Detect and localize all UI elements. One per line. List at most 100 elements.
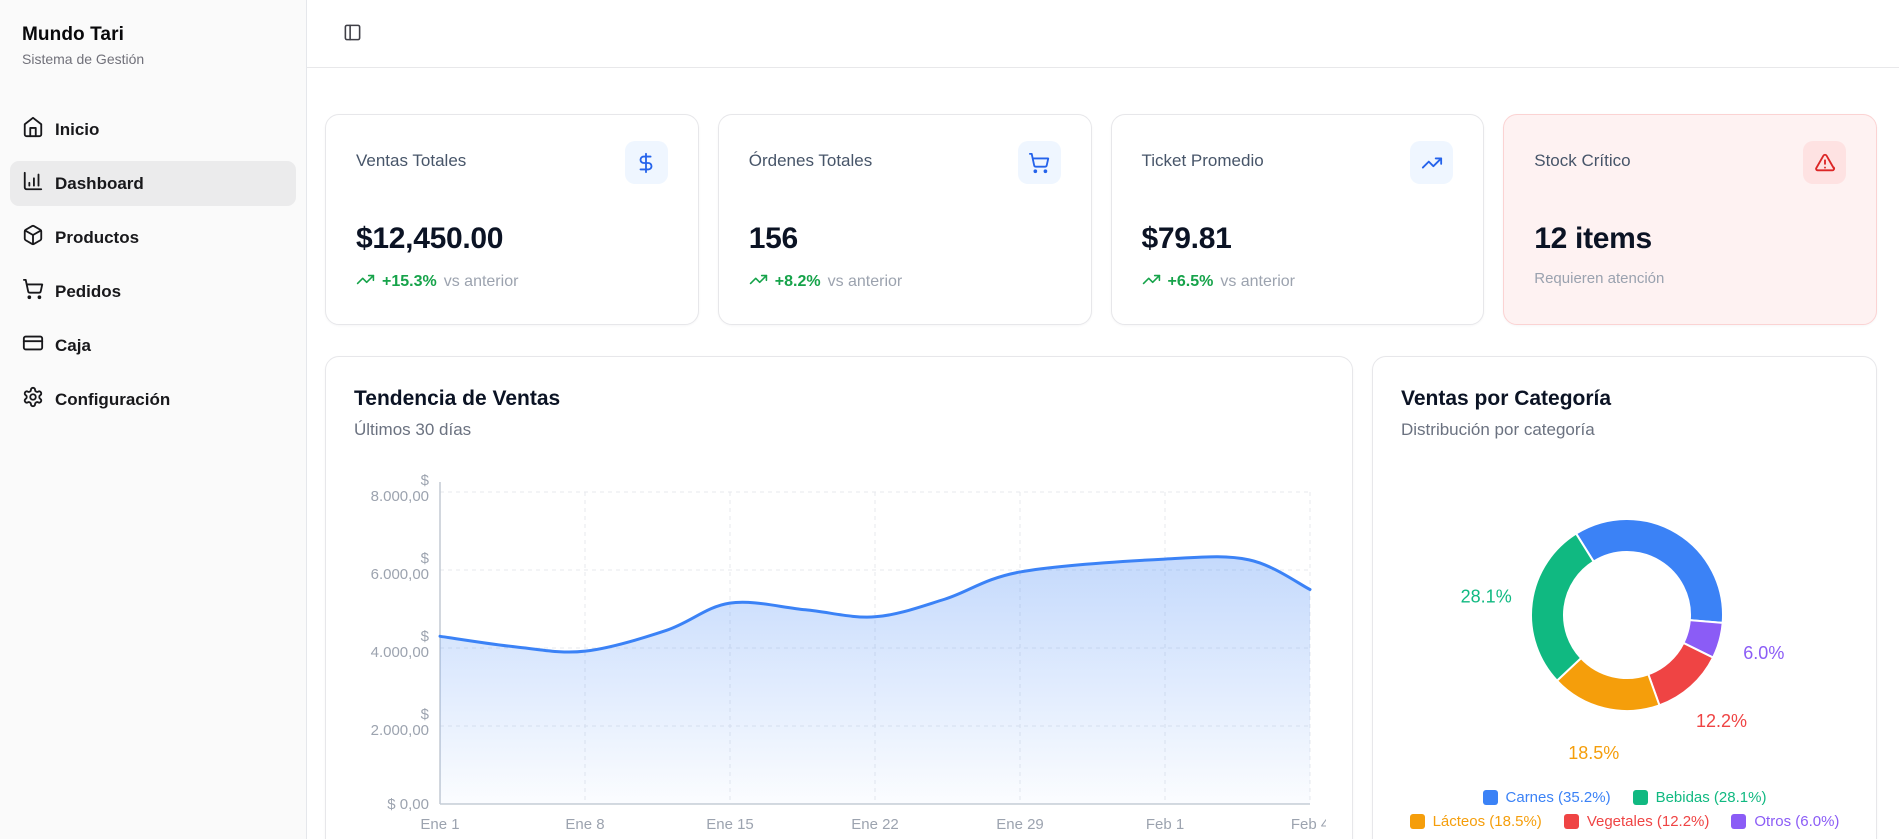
- legend-label: Bebidas (28.1%): [1655, 789, 1767, 806]
- sidebar-nav: Inicio Dashboard Productos Pedidos Caja …: [10, 107, 296, 422]
- svg-text:$4.000,00: $4.000,00: [371, 628, 430, 661]
- trend-value: +8.2%: [774, 273, 821, 290]
- sales-trend-chart: Ene 1 Ene 8 Ene 15 Ene 22 Ene 29 Feb 1 Feb 4 $8…: [354, 462, 1330, 839]
- svg-text:Ene 1: Ene 1: [420, 816, 459, 833]
- chart-subtitle: Últimos 30 días: [354, 420, 472, 439]
- shopping-cart-icon: [1017, 141, 1061, 184]
- category-legend: Carnes (35.2%) Bebidas (28.1%) Lácteos (18…: [1401, 789, 1848, 830]
- svg-text:Ene 29: Ene 29: [996, 816, 1044, 833]
- category-donut-chart: 6.0% 12.2% 18.5% 28.1%: [1401, 462, 1848, 779]
- legend-label: Carnes (35.2%): [1505, 789, 1611, 806]
- sidebar-item-inicio[interactable]: Inicio: [10, 107, 296, 152]
- sidebar-item-label: Dashboard: [55, 173, 144, 193]
- svg-text:$6.000,00: $6.000,00: [371, 550, 430, 583]
- svg-text:Feb 4: Feb 4: [1291, 816, 1326, 833]
- legend-item[interactable]: Vegetales (12.2%): [1563, 813, 1710, 830]
- svg-text:28.1%: 28.1%: [1461, 587, 1512, 607]
- svg-text:12.2%: 12.2%: [1696, 711, 1747, 731]
- donut-segment-vegetales: [1647, 641, 1715, 707]
- stat-title: Ventas Totales: [356, 151, 467, 170]
- bar-chart-icon: [22, 170, 44, 197]
- svg-text:Feb 1: Feb 1: [1146, 816, 1184, 833]
- stat-title: Órdenes Totales: [748, 151, 873, 170]
- trending-up-icon: [1142, 270, 1161, 294]
- sidebar-item-label: Pedidos: [55, 281, 122, 301]
- trend-suffix: vs anterior: [827, 273, 903, 290]
- app-title: Mundo Tari: [22, 24, 124, 45]
- topbar: [307, 0, 1899, 68]
- legend-item[interactable]: Bebidas (28.1%): [1632, 789, 1767, 806]
- category-sales-card: Ventas por Categoría Distribución por ca…: [1372, 356, 1877, 839]
- trending-up-icon: [749, 270, 768, 294]
- legend-label: Otros (6.0%): [1754, 813, 1840, 830]
- legend-swatch: [1563, 814, 1579, 829]
- stat-card-stock-critico: Stock Crítico 12 items Requieren atenció…: [1503, 114, 1877, 325]
- app-root: Mundo Tari Sistema de Gestión Inicio Das…: [0, 0, 1899, 839]
- stat-subtitle: Requieren atención: [1534, 270, 1665, 287]
- trend-suffix: vs anterior: [1220, 273, 1296, 290]
- dashboard-content: Ventas Totales $12,450.00 +15.3% vs ante…: [307, 68, 1899, 839]
- stat-card-ordenes-totales: Órdenes Totales 156 +8.2% vs anterior: [717, 114, 1092, 325]
- donut-segment-carnes: [1574, 518, 1724, 624]
- chart-title: Tendencia de Ventas: [354, 387, 561, 410]
- legend-item[interactable]: Carnes (35.2%): [1482, 789, 1611, 806]
- stat-value: 156: [748, 222, 798, 255]
- credit-card-icon: [22, 332, 44, 359]
- sidebar-item-pedidos[interactable]: Pedidos: [10, 269, 296, 314]
- sidebar-item-configuracion[interactable]: Configuración: [10, 377, 296, 422]
- chart-title: Ventas por Categoría: [1401, 387, 1612, 410]
- app-subtitle: Sistema de Gestión: [22, 51, 145, 67]
- stat-card-ventas-totales: Ventas Totales $12,450.00 +15.3% vs ante…: [325, 114, 699, 325]
- legend-label: Vegetales (12.2%): [1586, 813, 1710, 830]
- svg-text:$ 0,00: $ 0,00: [387, 796, 429, 813]
- svg-text:$8.000,00: $8.000,00: [371, 472, 430, 505]
- legend-item[interactable]: Lácteos (18.5%): [1409, 813, 1542, 830]
- sidebar-item-label: Caja: [55, 335, 91, 355]
- trend-suffix: vs anterior: [443, 273, 519, 290]
- stat-title: Ticket Promedio: [1141, 151, 1264, 170]
- sidebar-item-dashboard[interactable]: Dashboard: [10, 161, 296, 206]
- dollar-sign-icon: [624, 141, 668, 184]
- charts-row: Tendencia de Ventas Últimos 30 días Ene …: [325, 356, 1877, 839]
- donut-segment-bebidas: [1530, 532, 1595, 683]
- svg-text:18.5%: 18.5%: [1568, 743, 1619, 763]
- sidebar: Mundo Tari Sistema de Gestión Inicio Das…: [0, 0, 307, 839]
- brand: Mundo Tari Sistema de Gestión: [10, 20, 296, 67]
- alert-triangle-icon: [1803, 141, 1846, 184]
- legend-label: Lácteos (18.5%): [1432, 813, 1542, 830]
- stats-row: Ventas Totales $12,450.00 +15.3% vs ante…: [325, 114, 1877, 325]
- stat-value: 12 items: [1534, 222, 1652, 255]
- svg-text:Ene 8: Ene 8: [565, 816, 604, 833]
- legend-item[interactable]: Otros (6.0%): [1731, 813, 1839, 830]
- trend-value: +15.3%: [382, 273, 437, 290]
- legend-swatch: [1409, 814, 1425, 829]
- sales-trend-card: Tendencia de Ventas Últimos 30 días Ene …: [325, 356, 1353, 839]
- svg-text:6.0%: 6.0%: [1743, 643, 1784, 663]
- sidebar-item-label: Inicio: [55, 119, 100, 139]
- stat-title: Stock Crítico: [1534, 151, 1631, 170]
- sidebar-toggle-button[interactable]: [333, 15, 371, 53]
- sidebar-item-productos[interactable]: Productos: [10, 215, 296, 260]
- stat-value: $12,450.00: [356, 222, 504, 255]
- shopping-cart-icon: [22, 278, 44, 305]
- sidebar-item-label: Productos: [55, 227, 140, 247]
- panel-left-icon: [343, 23, 362, 45]
- package-icon: [22, 224, 44, 251]
- sidebar-item-label: Configuración: [55, 389, 171, 409]
- trend-value: +6.5%: [1167, 273, 1214, 290]
- svg-text:Ene 15: Ene 15: [706, 816, 754, 833]
- legend-swatch: [1482, 790, 1498, 805]
- legend-swatch: [1731, 814, 1747, 829]
- stat-card-ticket-promedio: Ticket Promedio $79.81 +6.5% vs anterior: [1110, 114, 1485, 325]
- stat-value: $79.81: [1141, 222, 1232, 255]
- trending-up-icon: [1410, 141, 1454, 184]
- trending-up-icon: [356, 270, 375, 294]
- sidebar-item-caja[interactable]: Caja: [10, 323, 296, 368]
- legend-swatch: [1632, 790, 1648, 805]
- chart-subtitle: Distribución por categoría: [1401, 420, 1595, 439]
- svg-text:Ene 22: Ene 22: [851, 816, 899, 833]
- svg-text:$2.000,00: $2.000,00: [371, 706, 430, 739]
- home-icon: [22, 116, 44, 143]
- settings-icon: [22, 386, 44, 413]
- main-area: Ventas Totales $12,450.00 +15.3% vs ante…: [307, 0, 1899, 839]
